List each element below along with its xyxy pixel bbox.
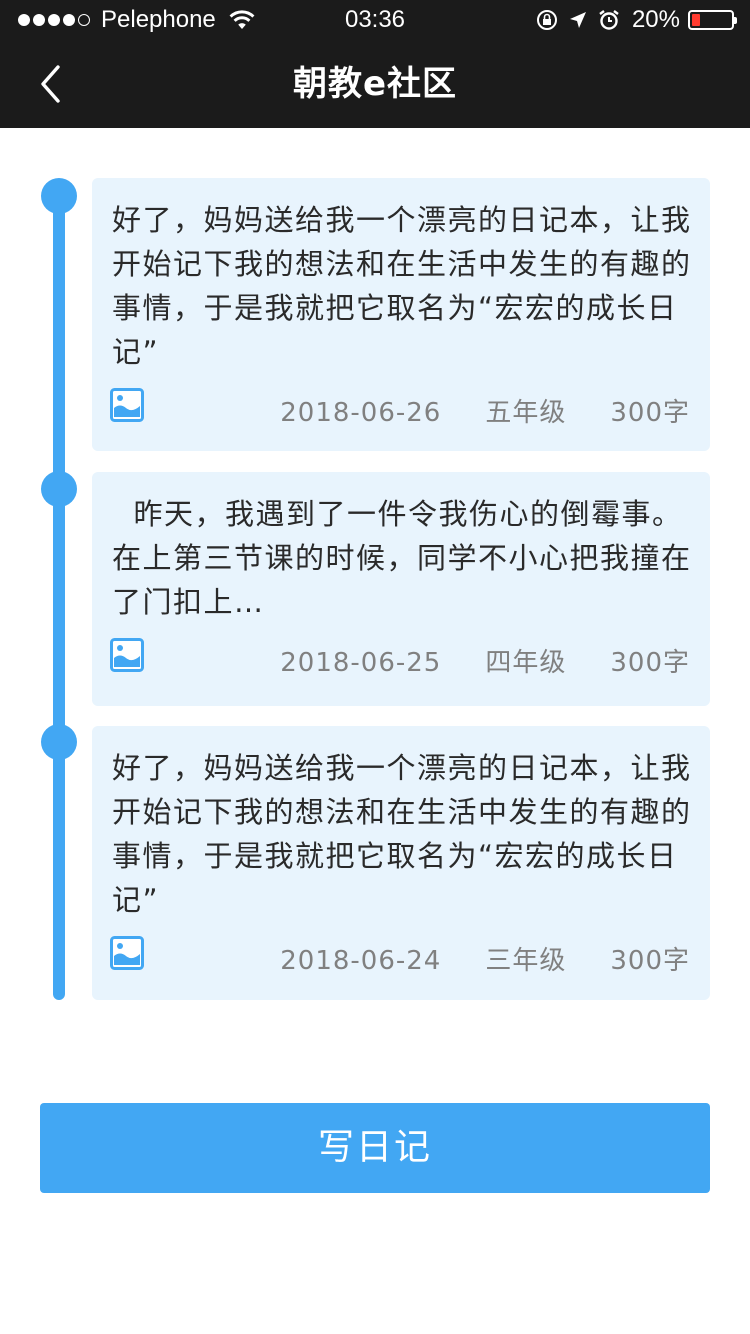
entry-word-count: 300字	[610, 648, 690, 678]
diary-entry-card[interactable]: 好了，妈妈送给我一个漂亮的日记本，让我开始记下我的想法和在生活中发生的有趣的事情…	[92, 178, 710, 451]
status-bar: Pelephone 03:36 20%	[0, 0, 750, 40]
battery-icon	[688, 10, 737, 30]
image-icon	[110, 388, 144, 422]
diary-entry-text: 好了，妈妈送给我一个漂亮的日记本，让我开始记下我的想法和在生活中发生的有趣的事情…	[112, 751, 692, 917]
diary-entry-meta: 2018-06-24 三年级 300字	[280, 944, 690, 978]
entry-grade: 四年级	[485, 648, 567, 678]
image-icon	[110, 936, 144, 970]
orientation-lock-icon	[536, 9, 558, 31]
diary-entry-text: 好了，妈妈送给我一个漂亮的日记本，让我开始记下我的想法和在生活中发生的有趣的事情…	[112, 203, 692, 369]
diary-entry-card[interactable]: 好了，妈妈送给我一个漂亮的日记本，让我开始记下我的想法和在生活中发生的有趣的事情…	[92, 726, 710, 1000]
diary-entry-card[interactable]: 昨天，我遇到了一件令我伤心的倒霉事。在上第三节课的时候，同学不小心把我撞在了门扣…	[92, 472, 710, 706]
timeline-dot	[41, 178, 77, 214]
entry-date: 2018-06-25	[280, 648, 442, 678]
entry-date: 2018-06-26	[280, 398, 442, 428]
location-arrow-icon	[568, 10, 588, 30]
entry-word-count: 300字	[610, 946, 690, 976]
status-right: 20%	[526, 6, 737, 34]
entry-word-count: 300字	[610, 398, 690, 428]
timeline-line	[53, 194, 65, 1000]
diary-entry-meta: 2018-06-26 五年级 300字	[280, 396, 690, 430]
entry-date: 2018-06-24	[280, 946, 442, 976]
diary-entry-meta: 2018-06-25 四年级 300字	[280, 646, 690, 680]
battery-level-fill	[692, 14, 700, 26]
battery-percent: 20%	[631, 6, 680, 33]
alarm-clock-icon	[598, 9, 620, 31]
page-title: 朝教e社区	[292, 64, 458, 104]
entry-grade: 三年级	[485, 946, 567, 976]
timeline-dot	[41, 724, 77, 760]
timeline-dot	[41, 471, 77, 507]
entry-grade: 五年级	[485, 398, 567, 428]
write-diary-button[interactable]: 写日记	[40, 1103, 710, 1193]
image-icon	[110, 638, 144, 672]
diary-entry-text: 昨天，我遇到了一件令我伤心的倒霉事。在上第三节课的时候，同学不小心把我撞在了门扣…	[112, 497, 692, 619]
navigation-bar: 朝教e社区	[0, 40, 750, 128]
